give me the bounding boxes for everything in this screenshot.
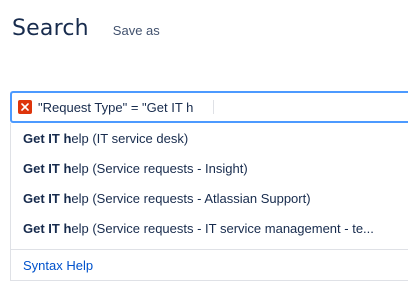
syntax-help-link[interactable]: Syntax Help <box>11 250 408 280</box>
page-header: Search Save as <box>12 16 160 41</box>
suggestion-rest: elp (Service requests - Insight) <box>71 160 248 176</box>
jql-query-input[interactable]: "Request Type" = "Get IT h <box>10 91 408 123</box>
save-as-button[interactable]: Save as <box>113 23 160 38</box>
suggestion-item[interactable]: Get IT h elp (Service requests - IT servi… <box>11 213 408 243</box>
text-cursor <box>213 100 215 114</box>
suggestion-item[interactable]: Get IT h elp (Service requests - Insight) <box>11 153 408 183</box>
suggestion-match: Get IT h <box>23 130 72 146</box>
suggestion-match: Get IT h <box>23 160 72 176</box>
error-x-icon <box>18 100 32 114</box>
suggestion-match: Get IT h <box>23 220 72 236</box>
suggestion-rest: elp (IT service desk) <box>71 130 189 146</box>
suggestion-rest: elp (Service requests - IT service manag… <box>71 220 374 236</box>
jql-search-page: Search Save as "Request Type" = "Get IT … <box>0 0 408 283</box>
suggestion-match: Get IT h <box>23 190 72 206</box>
suggestion-rest: elp (Service requests - Atlassian Suppor… <box>71 190 311 206</box>
suggestion-item[interactable]: Get IT h elp (Service requests - Atlassia… <box>11 183 408 213</box>
suggestion-item[interactable]: Get IT h elp (IT service desk) <box>11 123 408 153</box>
query-text: "Request Type" = "Get IT h <box>38 99 194 115</box>
autocomplete-dropdown: Get IT h elp (IT service desk) Get IT h el… <box>10 123 408 281</box>
page-title: Search <box>12 16 89 41</box>
